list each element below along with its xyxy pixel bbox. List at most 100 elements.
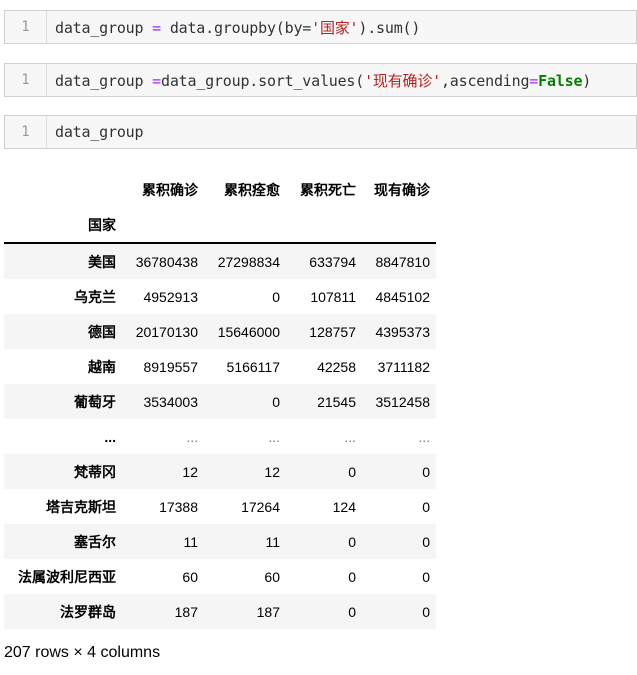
table-cell: 60: [182, 568, 198, 585]
table-cell: 0: [422, 498, 430, 515]
table-row: 梵蒂冈 12 12 0 0: [4, 454, 436, 489]
table-cell: 12: [182, 463, 198, 480]
row-index: 越南: [88, 358, 116, 375]
table-cell: 21545: [317, 393, 356, 410]
code-token: =: [152, 18, 161, 37]
table-cell: 8919557: [143, 358, 198, 375]
table-row: 越南 8919557 5166117 42258 3711182: [4, 349, 436, 384]
code-cell-sort-values[interactable]: 1 data_group =data_group.sort_values('现有…: [4, 63, 637, 97]
row-index: 德国: [88, 323, 116, 340]
column-header: 现有确诊: [374, 181, 430, 198]
table-cell: 0: [422, 603, 430, 620]
code-token: ).sum(): [358, 18, 421, 37]
table-cell: 8847810: [375, 253, 430, 270]
table-row: 美国 36780438 27298834 633794 8847810: [4, 243, 436, 279]
cell-line-number: 1: [5, 11, 47, 43]
table-cell: 124: [332, 498, 356, 515]
table-cell: 42258: [317, 358, 356, 375]
index-name: 国家: [4, 207, 122, 244]
table-cell: 633794: [309, 253, 356, 270]
row-index: 美国: [88, 253, 116, 270]
row-index: 葡萄牙: [74, 393, 116, 410]
table-row: 法属波利尼西亚 60 60 0 0: [4, 559, 436, 594]
table-cell: 3534003: [143, 393, 198, 410]
row-index: 乌克兰: [74, 288, 116, 305]
dataframe-table: 累积确诊 累积痊愈 累积死亡 现有确诊 国家 美国 36780438 2729883…: [4, 172, 436, 629]
table-cell: 17264: [241, 498, 280, 515]
code-line[interactable]: data_group: [47, 123, 144, 141]
table-cell: 0: [348, 463, 356, 480]
ellipsis-row: ...............: [4, 419, 436, 454]
table-cell: 0: [422, 533, 430, 550]
table-cell: 0: [272, 288, 280, 305]
code-token: data_group.sort_values(: [160, 71, 365, 90]
table-row: 塞舌尔 11 11 0 0: [4, 524, 436, 559]
table-row: 乌克兰 4952913 0 107811 4845102: [4, 279, 436, 314]
table-row: 葡萄牙 3534003 0 21545 3512458: [4, 384, 436, 419]
code-token: False: [538, 71, 583, 90]
table-cell: 20170130: [135, 323, 198, 340]
table-cell: 107811: [310, 288, 356, 305]
code-token: '国家': [311, 18, 359, 37]
column-header-row: 累积确诊 累积痊愈 累积死亡 现有确诊: [4, 172, 436, 207]
row-index: 塔吉克斯坦: [46, 498, 116, 515]
table-cell: 3711182: [377, 358, 430, 375]
table-cell: 4845102: [375, 288, 430, 305]
table-cell: 60: [264, 568, 280, 585]
code-line[interactable]: data_group =data_group.sort_values('现有确诊…: [47, 70, 591, 91]
table-cell: 11: [183, 533, 198, 550]
code-token: =: [529, 71, 539, 90]
dataframe-shape: 207 rows × 4 columns: [4, 644, 161, 661]
code-token: data_group: [55, 18, 153, 37]
table-row: 塔吉克斯坦 17388 17264 124 0: [4, 489, 436, 524]
code-token: data_group: [55, 71, 153, 90]
table-cell: 187: [256, 603, 280, 620]
table-cell: 4395373: [375, 323, 430, 340]
table-cell: 0: [422, 568, 430, 585]
row-index: 梵蒂冈: [74, 463, 116, 480]
dataframe-output: 累积确诊 累积痊愈 累积死亡 现有确诊 国家 美国 36780438 2729883…: [4, 172, 436, 629]
column-header: 累积确诊: [142, 181, 198, 198]
table-cell: 0: [348, 533, 356, 550]
column-header: 累积痊愈: [224, 181, 280, 198]
code-line[interactable]: data_group = data.groupby(by='国家').sum(): [47, 17, 420, 38]
header-corner: [4, 172, 122, 207]
table-cell: ...: [344, 428, 356, 445]
code-token: ): [582, 71, 592, 90]
table-cell: 5166117: [226, 358, 280, 375]
row-index: 法属波利尼西亚: [18, 568, 116, 585]
table-cell: ...: [186, 428, 198, 445]
code-token: =: [152, 71, 161, 90]
table-cell: 128757: [309, 323, 356, 340]
code-token: data.groupby(by=: [160, 18, 312, 37]
table-cell: 0: [422, 463, 430, 480]
table-cell: 15646000: [217, 323, 280, 340]
code-cell-groupby[interactable]: 1 data_group = data.groupby(by='国家').sum…: [4, 10, 637, 44]
cell-line-number: 1: [5, 116, 47, 148]
table-cell: 0: [348, 603, 356, 620]
code-token: data_group: [55, 123, 144, 141]
cell-line-number: 1: [5, 64, 47, 96]
row-index: 塞舌尔: [74, 533, 116, 550]
table-cell: 17388: [159, 498, 198, 515]
index-name-row: 国家: [4, 207, 436, 244]
table-row: 德国 20170130 15646000 128757 4395373: [4, 314, 436, 349]
table-cell: 27298834: [217, 253, 280, 270]
table-row: 法罗群岛 187 187 0 0: [4, 594, 436, 629]
table-cell: 12: [264, 463, 280, 480]
row-index: 法罗群岛: [60, 603, 116, 620]
table-cell: 0: [272, 393, 280, 410]
table-cell: 36780438: [135, 253, 198, 270]
table-cell: 187: [174, 603, 198, 620]
table-cell: ...: [268, 428, 280, 445]
code-token: '现有确诊': [364, 71, 441, 90]
code-token: ,ascending: [440, 71, 530, 90]
column-header: 累积死亡: [300, 181, 356, 198]
table-cell: ...: [418, 428, 430, 445]
table-cell: 11: [265, 533, 280, 550]
table-cell: 4952913: [143, 288, 198, 305]
code-cell-display[interactable]: 1 data_group: [4, 115, 637, 149]
dataframe-body: 美国 36780438 27298834 633794 8847810 乌克兰 495291…: [4, 243, 436, 629]
table-cell: 0: [348, 568, 356, 585]
table-cell: 3512458: [375, 393, 430, 410]
